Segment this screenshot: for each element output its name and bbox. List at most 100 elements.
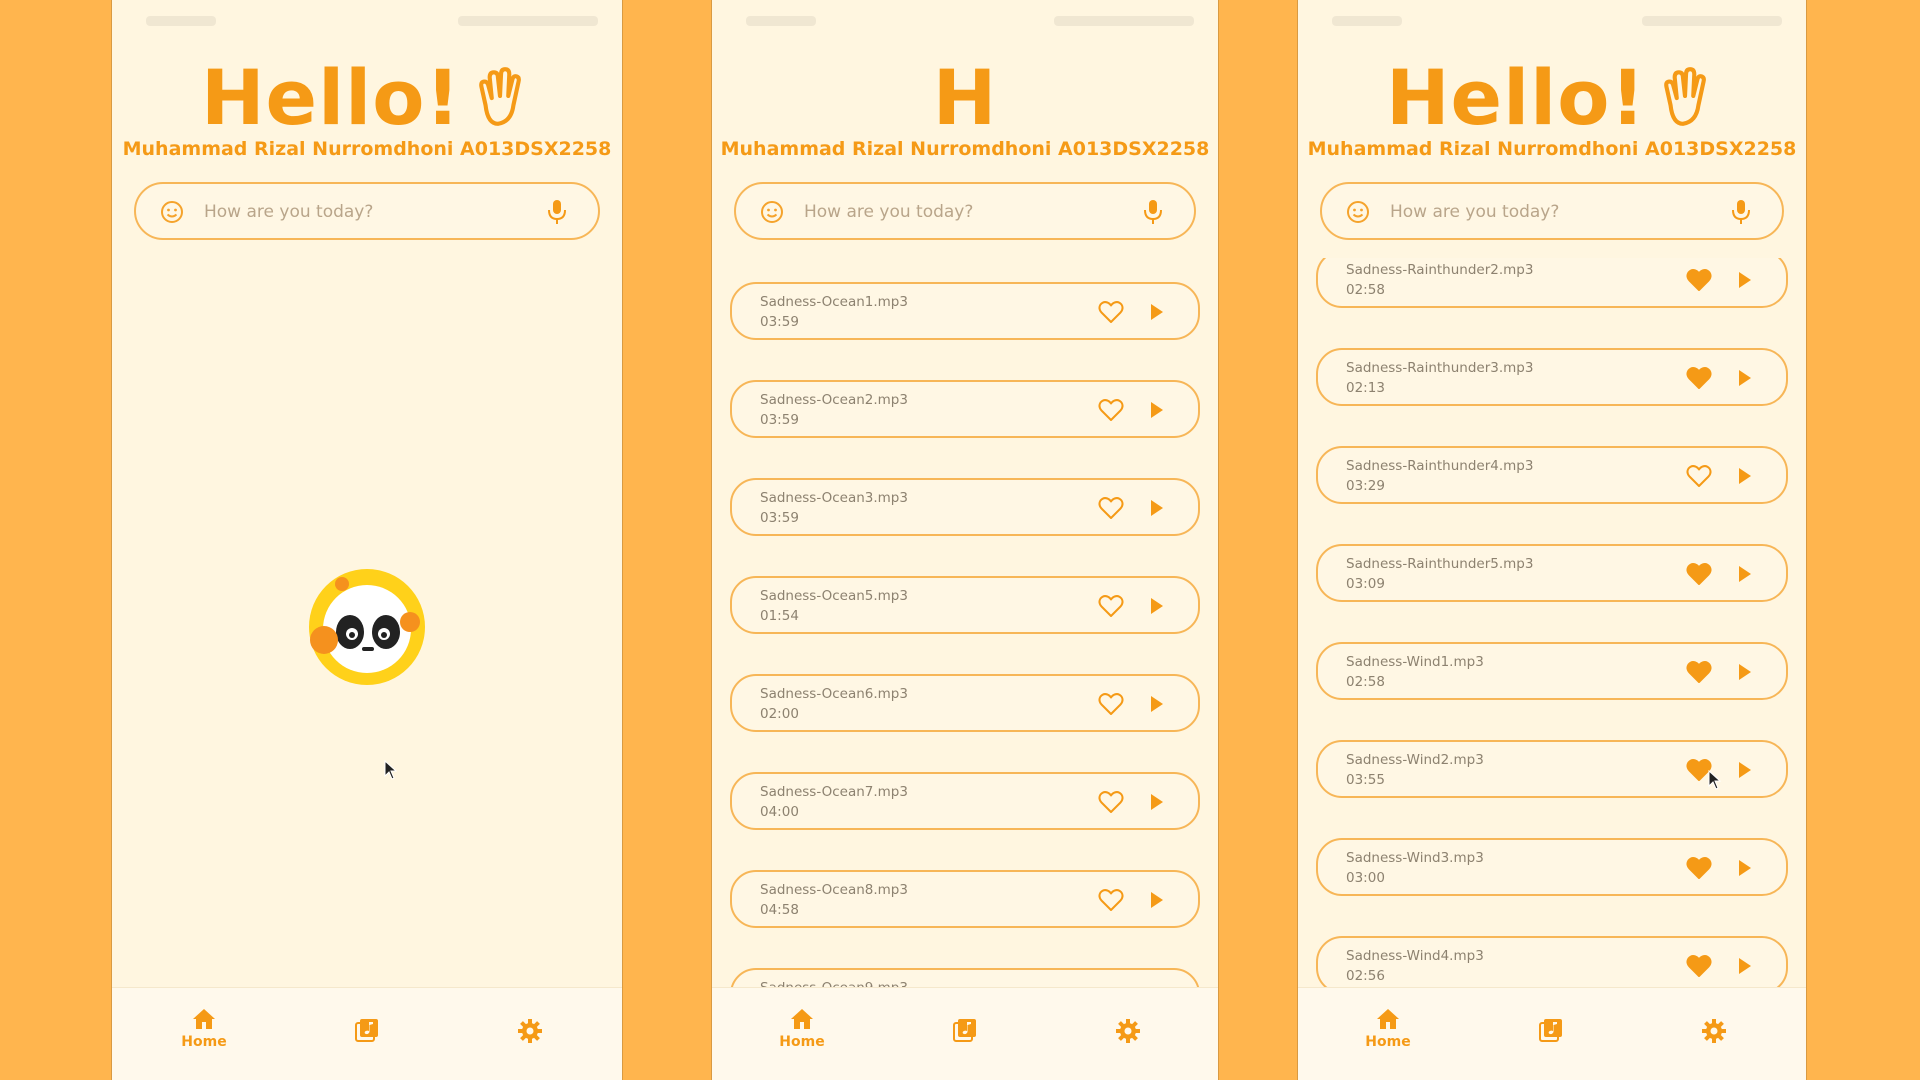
mic-icon[interactable] — [1730, 198, 1752, 226]
play-icon[interactable] — [1150, 499, 1164, 517]
play-icon[interactable] — [1150, 695, 1164, 713]
greeting-title: Hello! — [1298, 52, 1806, 142]
track-name: Sadness-Rainthunder2.mp3 — [1346, 262, 1534, 278]
track-name: Sadness-Ocean1.mp3 — [760, 294, 908, 310]
nav-settings[interactable] — [1088, 1018, 1168, 1044]
track-duration: 01:54 — [760, 608, 799, 624]
track-name: Sadness-Rainthunder5.mp3 — [1346, 556, 1534, 572]
track-duration: 02:00 — [760, 706, 799, 722]
heart-icon[interactable] — [1686, 366, 1712, 390]
home-icon — [791, 1009, 813, 1029]
nav-library[interactable] — [1511, 1018, 1591, 1042]
track-card[interactable]: Sadness-Wind4.mp3 02:56 — [1316, 936, 1788, 988]
nav-home[interactable]: Home — [1348, 1008, 1428, 1050]
search-placeholder: How are you today? — [1390, 202, 1560, 222]
track-duration: 04:00 — [760, 804, 799, 820]
track-card[interactable]: Sadness-Ocean7.mp3 04:00 — [730, 772, 1200, 830]
play-icon[interactable] — [1738, 957, 1752, 975]
bottom-nav: Home — [112, 987, 622, 1080]
nav-settings[interactable] — [1674, 1018, 1754, 1044]
search-placeholder: How are you today? — [204, 202, 374, 222]
mic-icon[interactable] — [546, 198, 568, 226]
heart-icon[interactable] — [1686, 464, 1712, 488]
track-card[interactable]: Sadness-Ocean5.mp3 01:54 — [730, 576, 1200, 634]
play-icon[interactable] — [1150, 597, 1164, 615]
heart-icon[interactable] — [1686, 660, 1712, 684]
nav-home[interactable]: Home — [164, 1008, 244, 1050]
track-duration: 02:56 — [1346, 968, 1385, 984]
track-name: Sadness-Ocean6.mp3 — [760, 686, 908, 702]
track-name: Sadness-Rainthunder4.mp3 — [1346, 458, 1534, 474]
play-icon[interactable] — [1738, 663, 1752, 681]
heart-icon[interactable] — [1098, 496, 1124, 520]
play-icon[interactable] — [1738, 761, 1752, 779]
heart-icon[interactable] — [1686, 856, 1712, 880]
heart-icon[interactable] — [1098, 692, 1124, 716]
smile-icon — [161, 201, 183, 223]
heart-icon[interactable] — [1098, 888, 1124, 912]
heart-icon[interactable] — [1686, 268, 1712, 292]
screen-home-empty: Hello! Muhammad Rizal Nurromdhoni A013DS… — [112, 0, 622, 1080]
track-card[interactable]: Sadness-Rainthunder4.mp3 03:29 — [1316, 446, 1788, 504]
gear-icon — [518, 1019, 542, 1043]
track-card[interactable]: Sadness-Ocean6.mp3 02:00 — [730, 674, 1200, 732]
nav-home[interactable]: Home — [762, 1008, 842, 1050]
home-icon — [1377, 1009, 1399, 1029]
nav-library[interactable] — [327, 1018, 407, 1042]
search-input[interactable]: How are you today? — [1320, 182, 1784, 240]
user-name-subtitle: Muhammad Rizal Nurromdhoni A013DSX2258 — [122, 138, 612, 160]
play-icon[interactable] — [1150, 891, 1164, 909]
track-name: Sadness-Rainthunder3.mp3 — [1346, 360, 1534, 376]
library-icon — [1539, 1019, 1562, 1042]
status-bar — [1298, 0, 1806, 44]
track-name: Sadness-Wind3.mp3 — [1346, 850, 1484, 866]
track-card[interactable]: Sadness-Rainthunder2.mp3 02:58 — [1316, 258, 1788, 308]
smile-icon — [1347, 201, 1369, 223]
track-duration: 03:59 — [760, 510, 799, 526]
play-icon[interactable] — [1150, 793, 1164, 811]
heart-icon[interactable] — [1098, 300, 1124, 324]
screen-home-favorites-list: Hello! Muhammad Rizal Nurromdhoni A013DS… — [1298, 0, 1806, 1080]
wave-hand-icon — [479, 67, 521, 126]
nav-home-label: Home — [181, 1034, 227, 1050]
play-icon[interactable] — [1150, 401, 1164, 419]
gear-icon — [1116, 1019, 1140, 1043]
track-card[interactable]: Sadness-Ocean3.mp3 03:59 — [730, 478, 1200, 536]
heart-icon[interactable] — [1098, 594, 1124, 618]
heart-icon[interactable] — [1686, 954, 1712, 978]
track-duration: 03:09 — [1346, 576, 1385, 592]
heart-icon[interactable] — [1098, 398, 1124, 422]
wave-hand-icon — [1664, 67, 1706, 126]
track-card[interactable]: Sadness-Ocean8.mp3 04:58 — [730, 870, 1200, 928]
bottom-nav: Home — [712, 987, 1218, 1080]
track-duration: 02:58 — [1346, 282, 1385, 298]
track-duration: 03:59 — [760, 314, 799, 330]
greeting-title: Hello! — [112, 52, 622, 142]
library-icon — [355, 1019, 378, 1042]
track-name: Sadness-Ocean5.mp3 — [760, 588, 908, 604]
track-name: Sadness-Ocean8.mp3 — [760, 882, 908, 898]
nav-library[interactable] — [925, 1018, 1005, 1042]
play-icon[interactable] — [1738, 859, 1752, 877]
play-icon[interactable] — [1150, 303, 1164, 321]
search-input[interactable]: How are you today? — [134, 182, 600, 240]
track-duration: 04:58 — [760, 902, 799, 918]
heart-icon[interactable] — [1686, 562, 1712, 586]
heart-icon[interactable] — [1098, 790, 1124, 814]
track-duration: 03:55 — [1346, 772, 1385, 788]
play-icon[interactable] — [1738, 271, 1752, 289]
track-card[interactable]: Sadness-Ocean2.mp3 03:59 — [730, 380, 1200, 438]
track-card[interactable]: Sadness-Rainthunder5.mp3 03:09 — [1316, 544, 1788, 602]
track-name: Sadness-Ocean3.mp3 — [760, 490, 908, 506]
play-icon[interactable] — [1738, 369, 1752, 387]
track-card[interactable]: Sadness-Rainthunder3.mp3 02:13 — [1316, 348, 1788, 406]
nav-home-label: Home — [779, 1034, 825, 1050]
track-card[interactable]: Sadness-Ocean1.mp3 03:59 — [730, 282, 1200, 340]
track-card[interactable]: Sadness-Wind1.mp3 02:58 — [1316, 642, 1788, 700]
track-name: Sadness-Ocean7.mp3 — [760, 784, 908, 800]
track-card[interactable]: Sadness-Wind3.mp3 03:00 — [1316, 838, 1788, 896]
play-icon[interactable] — [1738, 565, 1752, 583]
play-icon[interactable] — [1738, 467, 1752, 485]
track-duration: 03:59 — [760, 412, 799, 428]
nav-settings[interactable] — [490, 1018, 570, 1044]
